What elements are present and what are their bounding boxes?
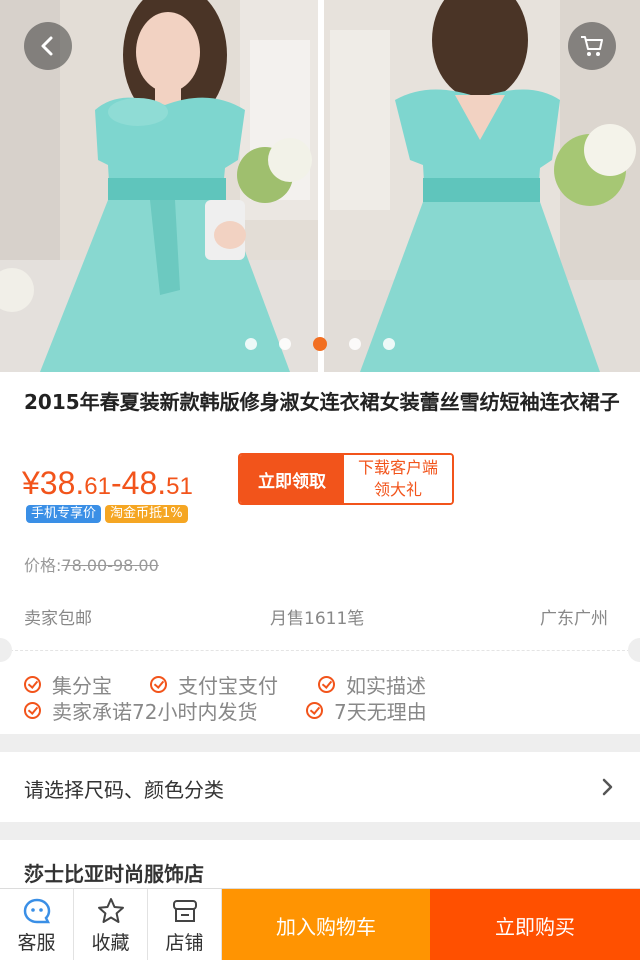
- original-price: 价格:78.00-98.00: [24, 552, 159, 576]
- store-label: 店铺: [165, 931, 204, 954]
- service-guarantees: 集分宝 支付宝支付 如实描述 卖家承诺72小时内发货 7天无理由: [0, 666, 640, 726]
- price-tags: 手机专享价 淘金币抵1%: [26, 505, 188, 523]
- original-price-value: 78.00-98.00: [61, 556, 159, 575]
- store-icon: [172, 899, 197, 922]
- carousel-indicator: [0, 337, 640, 351]
- product-title: 2015年春夏装新款韩版修身淑女连衣裙女装蕾丝雪纺短袖连衣裙子: [24, 390, 620, 414]
- check-icon: [24, 702, 41, 719]
- shipping-info: 卖家包邮 月售1611笔 广东广州: [0, 604, 640, 634]
- check-icon: [318, 676, 335, 693]
- guarantee-item: 支付宝支付: [150, 670, 278, 699]
- free-shipping: 卖家包邮: [24, 609, 92, 629]
- cart-icon: [581, 36, 603, 56]
- product-photo: [0, 0, 640, 372]
- back-button[interactable]: [24, 22, 72, 70]
- buy-now-button[interactable]: 立即购买: [430, 889, 640, 960]
- guarantee-label: 7天无理由: [334, 700, 427, 724]
- customer-service-button[interactable]: 客服: [0, 889, 74, 960]
- app-download-promo[interactable]: 立即领取 下载客户端 领大礼: [238, 453, 454, 505]
- favorite-label: 收藏: [91, 931, 130, 954]
- taobao-coin-tag: 淘金币抵1%: [105, 505, 188, 523]
- product-detail-page: 2015年春夏装新款韩版修身淑女连衣裙女装蕾丝雪纺短袖连衣裙子 ¥38.61-4…: [0, 0, 640, 960]
- promo-line-1: 下载客户端: [357, 458, 438, 477]
- carousel-dot[interactable]: [349, 338, 361, 350]
- original-price-label: 价格:: [24, 556, 62, 575]
- select-size-color-row[interactable]: 请选择尺码、颜色分类: [0, 752, 640, 822]
- monthly-sales: 月售1611笔: [270, 609, 365, 629]
- guarantee-item: 如实描述: [318, 670, 426, 699]
- back-arrow-icon: [41, 36, 53, 56]
- section-separator: [0, 734, 640, 752]
- check-icon: [24, 676, 41, 693]
- carousel-dot[interactable]: [245, 338, 257, 350]
- price-cents-high: 51: [166, 473, 193, 500]
- check-icon: [306, 702, 323, 719]
- shop-name[interactable]: 莎士比亚时尚服饰店: [24, 858, 204, 887]
- download-app-text[interactable]: 下载客户端 领大礼: [344, 455, 452, 503]
- star-icon: [97, 897, 124, 923]
- customer-service-label: 客服: [17, 931, 56, 954]
- price-cents-low: 61: [84, 473, 111, 500]
- carousel-dot[interactable]: [383, 338, 395, 350]
- mobile-price-tag: 手机专享价: [26, 505, 102, 523]
- carousel-dot[interactable]: [279, 338, 291, 350]
- divider-notch-left: [0, 638, 12, 662]
- product-price: ¥38.61-48.51: [22, 461, 193, 509]
- select-options-label: 请选择尺码、颜色分类: [24, 778, 224, 802]
- divider: [0, 650, 640, 651]
- add-to-cart-button[interactable]: 加入购物车: [222, 889, 430, 960]
- price-range-high: -48.: [110, 465, 167, 501]
- check-icon: [150, 676, 167, 693]
- promo-line-2: 领大礼: [373, 480, 422, 499]
- claim-now-button[interactable]: 立即领取: [240, 455, 344, 503]
- section-separator: [0, 822, 640, 840]
- cart-button[interactable]: [568, 22, 616, 70]
- guarantee-item: 集分宝: [24, 670, 112, 699]
- divider-notch-right: [628, 638, 640, 662]
- carousel-dot-active[interactable]: [313, 337, 327, 351]
- customer-service-icon: [23, 898, 50, 923]
- bottom-action-bar: 客服 收藏 店铺 加入购物车 立即购买: [0, 888, 640, 960]
- favorite-button[interactable]: 收藏: [74, 889, 148, 960]
- guarantee-item: 7天无理由: [306, 696, 427, 725]
- price-main: ¥38.: [22, 465, 85, 501]
- guarantee-label: 卖家承诺72小时内发货: [52, 700, 258, 724]
- store-button[interactable]: 店铺: [148, 889, 222, 960]
- seller-location: 广东广州: [540, 609, 608, 629]
- guarantee-item: 卖家承诺72小时内发货: [24, 696, 257, 725]
- product-image-carousel[interactable]: [0, 0, 640, 372]
- chevron-right-icon: [602, 778, 613, 796]
- guarantee-label: 支付宝支付: [178, 674, 278, 698]
- guarantee-label: 如实描述: [346, 674, 426, 698]
- guarantee-label: 集分宝: [52, 674, 112, 698]
